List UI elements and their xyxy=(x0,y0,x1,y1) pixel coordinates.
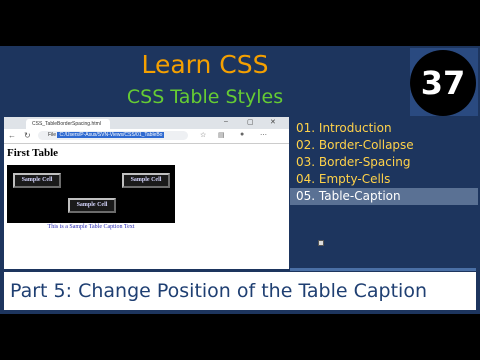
close-icon[interactable]: ✕ xyxy=(270,118,276,126)
table-caption: This is a Sample Table Caption Text xyxy=(47,224,135,230)
episode-number-badge: 37 xyxy=(410,50,476,116)
maximize-icon[interactable]: ▢ xyxy=(247,118,254,126)
collections-icon[interactable]: ▤ xyxy=(218,131,225,139)
address-bar[interactable]: File C:/Users/P-Asus/SVN-Views/CSS/01_Ta… xyxy=(38,131,188,140)
page-heading: First Table xyxy=(7,147,59,159)
table-cell: Sample Cell xyxy=(13,173,61,188)
menu-icon[interactable]: ⋯ xyxy=(260,131,267,139)
toc-item-table-caption[interactable]: 05. Table-Caption xyxy=(290,188,478,205)
favorite-icon[interactable]: ☆ xyxy=(200,131,206,139)
table-cell: Sample Cell xyxy=(68,198,116,213)
browser-toolbar: ← ↻ File C:/Users/P-Asus/SVN-Views/CSS/0… xyxy=(4,129,289,144)
browser-tab[interactable]: CSS_TableBorderSpacing.html xyxy=(26,119,110,129)
address-url: C:/Users/P-Asus/SVN-Views/CSS/01_TableBo xyxy=(57,132,165,138)
mouse-cursor-icon xyxy=(318,240,324,246)
toc-item-empty-cells[interactable]: 04. Empty-Cells xyxy=(290,171,478,188)
toc-item-border-collapse[interactable]: 02. Border-Collapse xyxy=(290,137,478,154)
table-cell: Sample Cell xyxy=(122,173,170,188)
table-of-contents: 01. Introduction 02. Border-Collapse 03.… xyxy=(290,120,478,205)
profile-icon[interactable]: ● xyxy=(240,131,244,138)
course-subtitle: CSS Table Styles xyxy=(126,86,284,108)
toc-item-border-spacing[interactable]: 03. Border-Spacing xyxy=(290,154,478,171)
divider xyxy=(290,268,476,271)
toc-item-introduction[interactable]: 01. Introduction xyxy=(290,120,478,137)
minimize-icon[interactable]: – xyxy=(224,118,228,125)
back-icon[interactable]: ← xyxy=(8,131,16,140)
course-title: Learn CSS xyxy=(141,50,269,79)
episode-description: Part 5: Change Position of the Table Cap… xyxy=(10,280,427,302)
sample-table: Sample Cell Sample Cell Sample Cell xyxy=(7,165,175,223)
refresh-icon[interactable]: ↻ xyxy=(24,131,31,140)
browser-tab-bar: CSS_TableBorderSpacing.html – ▢ ✕ xyxy=(4,117,289,129)
browser-window: CSS_TableBorderSpacing.html – ▢ ✕ ← ↻ Fi… xyxy=(4,117,289,269)
address-label: File xyxy=(48,132,57,138)
